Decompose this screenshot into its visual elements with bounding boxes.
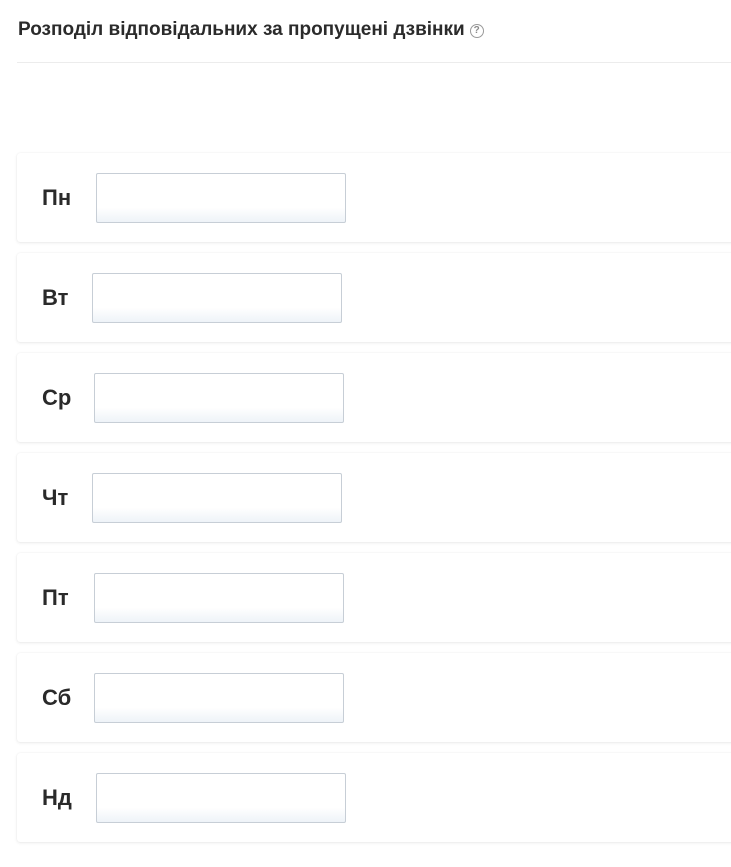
day-row-monday: Пн (17, 153, 731, 242)
day-label-sunday: Нд (42, 785, 72, 810)
section-header: Розподіл відповідальних за пропущені дзв… (18, 14, 484, 46)
day-input-thursday[interactable] (92, 473, 342, 523)
day-label-thursday: Чт (42, 485, 69, 510)
day-row-sunday: Нд (17, 753, 731, 842)
day-input-tuesday[interactable] (92, 273, 342, 323)
day-label-wednesday: Ср (42, 385, 72, 410)
header-divider (17, 62, 731, 63)
day-row-saturday: Сб (17, 653, 731, 742)
section-title: Розподіл відповідальних за пропущені дзв… (18, 19, 465, 40)
day-row-friday: Пт (17, 553, 731, 642)
day-row-tuesday: Вт (17, 253, 731, 342)
day-input-friday[interactable] (94, 573, 344, 623)
day-row-wednesday: Ср (17, 353, 731, 442)
day-input-monday[interactable] (96, 173, 346, 223)
day-label-tuesday: Вт (42, 285, 69, 310)
day-label-friday: Пт (42, 585, 69, 610)
day-input-wednesday[interactable] (94, 373, 344, 423)
day-label-monday: Пн (42, 185, 72, 210)
day-label-saturday: Сб (42, 685, 72, 710)
help-icon[interactable]: ? (469, 24, 484, 38)
day-input-sunday[interactable] (96, 773, 346, 823)
day-row-thursday: Чт (17, 453, 731, 542)
day-input-saturday[interactable] (94, 673, 344, 723)
